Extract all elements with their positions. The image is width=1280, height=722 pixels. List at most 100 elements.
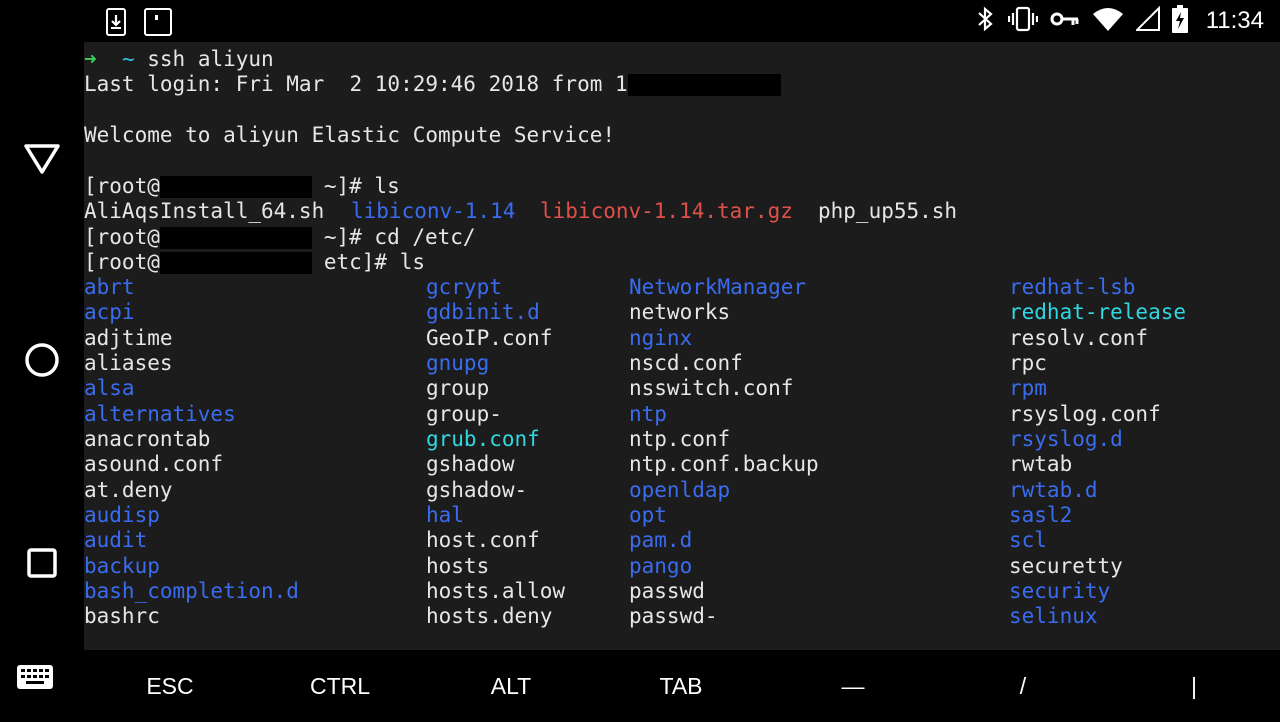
list-item: backup [84,553,160,578]
list-item: aliases [84,351,173,376]
list-item: securetty [1009,553,1123,578]
list-item: bash_completion.d [84,579,299,604]
list-item: anacrontab [84,427,211,452]
list-item: nscd.conf [629,351,743,376]
list-item: php_up55.sh [818,199,958,223]
list-item: sasl2 [1009,503,1073,528]
esc-key[interactable]: ESC [113,650,227,720]
list-item: gdbinit.d [426,300,540,325]
vpn-key-icon [1050,9,1080,34]
battery-charging-icon [1171,4,1188,38]
keyboard-toggle-button[interactable] [16,664,54,692]
terminal-line-welcome: Welcome to aliyun Elastic Compute Servic… [84,123,615,148]
prompt-root: [root@ [84,225,160,249]
list-item: host.conf [426,528,540,553]
list-item: scl [1009,528,1047,553]
listing-column-3: NetworkManager networks nginx nscd.conf nssw… [629,275,819,630]
ssh-command: ssh aliyun [147,47,274,71]
list-item: passwd- [629,604,718,629]
list-item: hosts.allow [426,579,566,604]
redacted-block [627,74,781,96]
list-item: gshadow- [426,477,528,502]
list-item: ntp.conf.backup [629,452,819,477]
list-item: rwtab [1009,452,1073,477]
list-item: audit [84,528,148,553]
list-item: grub.conf [426,427,540,452]
pipe-key[interactable]: | [1137,650,1251,720]
terminal-line-prompt-cd: [root@ ~]# cd /etc/ [84,225,476,250]
redacted-block [159,176,312,198]
terminal-line-prompt-ls: [root@ ~]# ls [84,174,400,199]
list-item: group- [426,401,502,426]
recents-square-icon [27,548,57,578]
list-item: rsyslog.d [1009,427,1123,452]
list-item: resolv.conf [1009,325,1149,350]
dash-key[interactable]: — [796,650,910,720]
listing-column-1: abrt acpi adjtime aliases alsa alternatives an… [84,275,299,630]
ctrl-key[interactable]: CTRL [283,650,397,720]
list-item: asound.conf [84,452,224,477]
list-item: libiconv-1.14 [351,199,516,223]
back-button[interactable] [21,138,63,180]
status-time: 11:34 [1205,7,1264,34]
list-item: selinux [1009,604,1098,629]
list-item: pango [629,553,693,578]
list-item: alternatives [84,401,236,426]
list-item: hosts.deny [426,604,553,629]
list-item: rpm [1009,376,1047,401]
prompt-command: etc]# ls [323,250,426,274]
list-item: redhat-release [1009,300,1187,325]
terminal-line-ssh: ➜ ~ ssh aliyun [84,47,274,72]
tab-key[interactable]: TAB [624,650,738,720]
list-item: security [1009,579,1111,604]
list-item: GeoIP.conf [426,325,553,350]
list-item: gshadow [426,452,515,477]
prompt-arrow: ➜ [84,47,97,71]
bluetooth-icon [974,6,996,37]
screenshot-notification-icon [144,8,172,41]
home-button[interactable] [21,339,63,381]
navigation-bar [0,42,84,720]
list-item: bashrc [84,604,160,629]
list-item: passwd [629,579,705,604]
list-item: rpc [1009,351,1047,376]
listing-column-4: redhat-lsb redhat-release resolv.conf rpc rp… [1009,275,1186,630]
list-item: abrt [84,275,135,299]
terminal-view[interactable]: ➜ ~ ssh aliyun Last login: Fri Mar 2 10:… [84,42,1280,650]
list-item: NetworkManager [629,275,807,299]
alt-key[interactable]: ALT [454,650,568,720]
redacted-block [159,252,312,274]
list-item: hal [426,503,464,528]
welcome-text: Welcome to aliyun Elastic Compute Servic… [84,123,616,147]
cell-signal-icon [1134,5,1160,37]
list-item: nginx [629,325,693,350]
slash-key[interactable]: / [966,650,1080,720]
list-item: hosts [426,553,490,578]
wifi-icon [1092,6,1124,37]
recents-button[interactable] [21,542,63,584]
list-item: nsswitch.conf [629,376,794,401]
list-item: AliAqsInstall_64.sh [84,199,325,223]
list-item: acpi [84,300,135,325]
prompt-tilde: ~ [121,47,135,71]
list-item: rsyslog.conf [1009,401,1161,426]
list-item: openldap [629,477,731,502]
download-notification-icon [106,8,126,41]
home-circle-icon [25,343,59,377]
vibrate-icon [1007,6,1038,37]
listing-column-2: gcrypt gdbinit.d GeoIP.conf gnupg group group… [426,275,565,630]
status-bar: 11:34 [0,0,1280,42]
list-item: opt [629,503,667,528]
keyboard-icon [17,665,53,689]
list-item: gcrypt [426,275,502,299]
back-triangle-icon [24,144,60,174]
prompt-root: [root@ [84,250,160,274]
list-item: group [426,376,490,401]
home-listing: AliAqsInstall_64.sh libiconv-1.14 libico… [84,199,1280,224]
list-item: networks [629,300,731,325]
prompt-command: ~]# ls [323,174,400,198]
redacted-block [159,227,312,249]
list-item: pam.d [629,528,693,553]
terminal-line-last-login: Last login: Fri Mar 2 10:29:46 2018 from… [84,72,781,97]
list-item: libiconv-1.14.tar.gz [540,199,793,223]
